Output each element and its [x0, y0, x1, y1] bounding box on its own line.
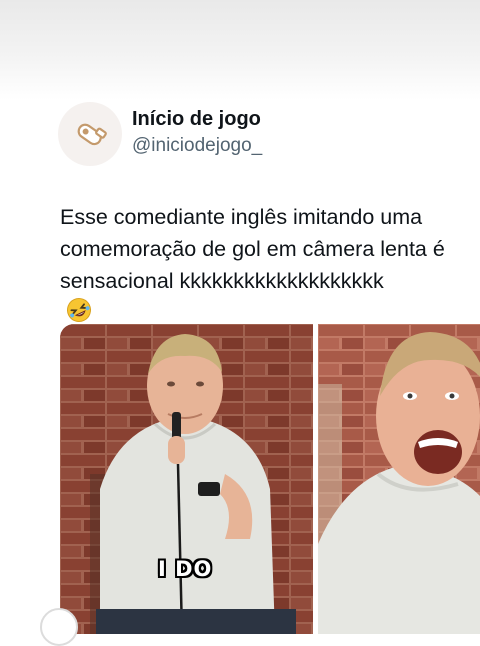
tweet-text: Esse comediante inglês imitando uma come…: [60, 201, 480, 332]
tweet-text-line: Esse comediante inglês imitando uma: [60, 205, 423, 229]
top-fade: [0, 0, 480, 100]
tweet-text-line: comemoração de gol em câmera lenta é: [60, 237, 445, 261]
video-caption: I DO: [158, 557, 213, 581]
whistle-icon: [77, 123, 107, 146]
tweet-text-line: sensacional kkkkkkkkkkkkkkkkkkk: [60, 265, 480, 332]
comedian-shouting-closeup-photo[interactable]: [318, 324, 480, 634]
comedian-holding-microphone-photo[interactable]: [60, 324, 313, 634]
display-name[interactable]: Início de jogo: [132, 108, 261, 131]
user-handle[interactable]: @iniciodejogo_: [132, 135, 262, 157]
avatar[interactable]: [58, 102, 122, 166]
avatar-thumbnail[interactable]: [40, 608, 78, 646]
tweet-text-line-content: sensacional kkkkkkkkkkkkkkkkkkk: [60, 269, 384, 293]
